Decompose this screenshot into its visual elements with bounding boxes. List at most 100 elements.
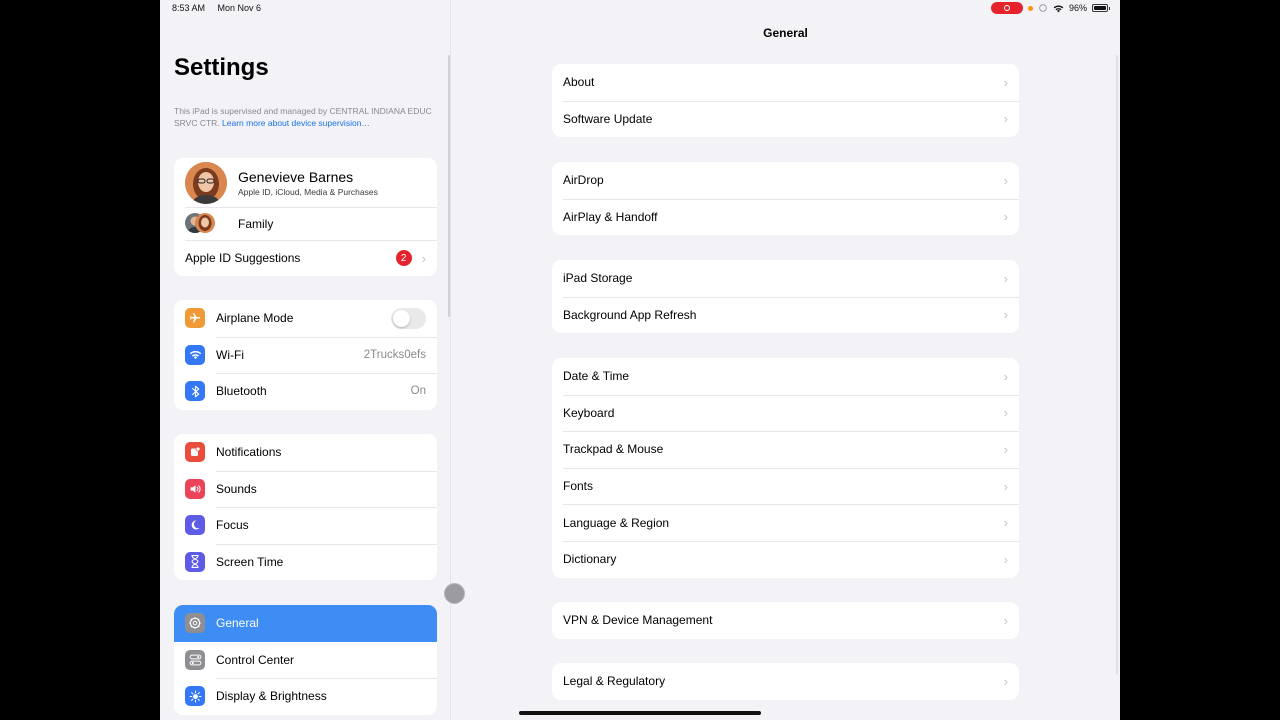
sidebar-item-label: Screen Time <box>216 554 284 569</box>
settings-sidebar: 8:53 AM Mon Nov 6 Settings This iPad is … <box>160 0 451 720</box>
sun-icon <box>185 686 205 707</box>
avatar <box>185 161 227 204</box>
row-label: iPad Storage <box>563 271 633 286</box>
general-row-airdrop[interactable]: AirDrop › <box>552 162 1019 199</box>
page-title: Settings <box>174 54 269 81</box>
row-label: Legal & Regulatory <box>563 674 666 689</box>
general-row-about[interactable]: About › <box>552 64 1019 101</box>
general-row-date-time[interactable]: Date & Time › <box>552 358 1019 395</box>
sidebar-item-label: Wi-Fi <box>216 347 244 362</box>
row-label: Language & Region <box>563 515 670 530</box>
apple-id-suggestions-row[interactable]: Apple ID Suggestions 2 › <box>174 240 437 276</box>
row-label: About <box>563 75 595 90</box>
sidebar-item-label: Sounds <box>216 481 257 496</box>
sidebar-item-airplane-mode[interactable]: Airplane Mode <box>174 300 437 337</box>
detail-group: AirDrop › AirPlay & Handoff › <box>552 162 1019 236</box>
status-time: 8:53 AM <box>172 3 206 13</box>
general-row-software-update[interactable]: Software Update › <box>552 100 1019 138</box>
screen-recording-icon[interactable] <box>990 2 1023 14</box>
row-label: Keyboard <box>563 405 615 420</box>
notifications-group: Notifications Sounds Focus Screen Time <box>174 434 437 580</box>
chevron-right-icon: › <box>1003 515 1008 531</box>
switches-icon <box>185 649 205 670</box>
chevron-right-icon: › <box>1003 368 1008 384</box>
chevron-right-icon: › <box>1003 478 1008 494</box>
general-row-dictionary[interactable]: Dictionary › <box>552 540 1019 578</box>
wifi-icon <box>1053 5 1064 12</box>
row-label: VPN & Device Management <box>563 613 713 628</box>
hourglass-icon <box>185 551 205 572</box>
row-label: Software Update <box>563 111 653 126</box>
general-row-trackpad-mouse[interactable]: Trackpad & Mouse › <box>552 431 1019 468</box>
bluetooth-status: On <box>410 385 426 398</box>
gear-icon <box>185 613 205 634</box>
chevron-right-icon: › <box>1003 209 1008 225</box>
profile-subtitle: Apple ID, iCloud, Media & Purchases <box>238 186 378 197</box>
apple-id-profile[interactable]: Genevieve Barnes Apple ID, iCloud, Media… <box>174 158 437 207</box>
connectivity-group: Airplane Mode Wi-Fi 2Trucks0efs Bluetoot… <box>174 300 437 410</box>
touch-pointer-indicator <box>444 583 465 604</box>
general-row-vpn-device-management[interactable]: VPN & Device Management › <box>552 602 1019 639</box>
headphones-icon <box>1039 4 1047 12</box>
airplane-mode-toggle[interactable] <box>391 307 426 329</box>
ipad-screen: 8:53 AM Mon Nov 6 Settings This iPad is … <box>160 0 1120 720</box>
row-label: Background App Refresh <box>563 307 697 322</box>
wifi-network-name: 2Trucks0efs <box>363 348 426 361</box>
sidebar-item-label: Display & Brightness <box>216 689 327 704</box>
battery-icon <box>1092 4 1110 12</box>
sidebar-item-label: Notifications <box>216 445 282 460</box>
sidebar-item-label: Control Center <box>216 652 295 667</box>
sidebar-item-control-center[interactable]: Control Center <box>174 642 437 679</box>
suggestions-label: Apple ID Suggestions <box>185 251 301 265</box>
sidebar-item-general[interactable]: General <box>174 605 437 642</box>
chevron-right-icon: › <box>1003 405 1008 421</box>
mic-indicator-icon <box>1027 5 1033 11</box>
sidebar-item-label: General <box>216 616 259 631</box>
row-label: Date & Time <box>563 369 630 384</box>
detail-scrollbar[interactable] <box>1116 55 1118 675</box>
general-row-airplay-handoff[interactable]: AirPlay & Handoff › <box>552 198 1019 236</box>
profile-group: Genevieve Barnes Apple ID, iCloud, Media… <box>174 158 437 276</box>
row-label: AirPlay & Handoff <box>563 209 658 224</box>
status-bar-right: 96% <box>990 2 1110 14</box>
general-row-ipad-storage[interactable]: iPad Storage › <box>552 260 1019 297</box>
general-row-legal-regulatory[interactable]: Legal & Regulatory › <box>552 663 1019 700</box>
row-label: AirDrop <box>563 173 604 188</box>
general-row-keyboard[interactable]: Keyboard › <box>552 394 1019 432</box>
battery-percent: 96% <box>1068 3 1087 13</box>
detail-group: Date & Time › Keyboard › Trackpad & Mouse ›… <box>552 358 1019 578</box>
row-label: Fonts <box>563 479 594 494</box>
general-row-background-app-refresh[interactable]: Background App Refresh › <box>552 296 1019 334</box>
sidebar-scrollbar[interactable] <box>448 55 450 317</box>
suggestions-badge: 2 <box>395 250 412 266</box>
home-indicator[interactable] <box>519 711 761 715</box>
chevron-right-icon: › <box>1003 673 1008 689</box>
sidebar-item-bluetooth[interactable]: Bluetooth On <box>174 373 437 410</box>
sidebar-item-label: Airplane Mode <box>216 311 294 326</box>
moon-icon <box>185 515 205 536</box>
status-bar-left: 8:53 AM Mon Nov 6 <box>172 3 271 13</box>
chevron-right-icon: › <box>1003 270 1008 286</box>
wifi-icon <box>185 344 205 365</box>
chevron-right-icon: › <box>1003 307 1008 323</box>
general-row-language-region[interactable]: Language & Region › <box>552 504 1019 541</box>
chevron-right-icon: › <box>1003 612 1008 628</box>
bluetooth-icon <box>185 381 205 402</box>
detail-group: About › Software Update › <box>552 64 1019 138</box>
general-group: General Control Center Display & Brightn… <box>174 605 437 715</box>
status-date: Mon Nov 6 <box>217 3 262 13</box>
general-row-fonts[interactable]: Fonts › <box>552 467 1019 505</box>
detail-group: iPad Storage › Background App Refresh › <box>552 260 1019 334</box>
sidebar-item-display-brightness[interactable]: Display & Brightness <box>174 678 437 715</box>
sidebar-item-notifications[interactable]: Notifications <box>174 434 437 471</box>
general-detail-pane: 96% General About › Software Update › AirD… <box>451 0 1120 720</box>
supervision-link[interactable]: Learn more about device supervision… <box>222 118 370 128</box>
speaker-icon <box>185 478 205 499</box>
row-label: Trackpad & Mouse <box>563 442 664 457</box>
sidebar-item-screen-time[interactable]: Screen Time <box>174 543 437 581</box>
family-row[interactable]: Family <box>174 207 437 240</box>
sidebar-item-wifi[interactable]: Wi-Fi 2Trucks0efs <box>174 336 437 374</box>
sidebar-item-focus[interactable]: Focus <box>174 507 437 544</box>
sidebar-item-label: Focus <box>216 518 249 533</box>
sidebar-item-sounds[interactable]: Sounds <box>174 470 437 508</box>
